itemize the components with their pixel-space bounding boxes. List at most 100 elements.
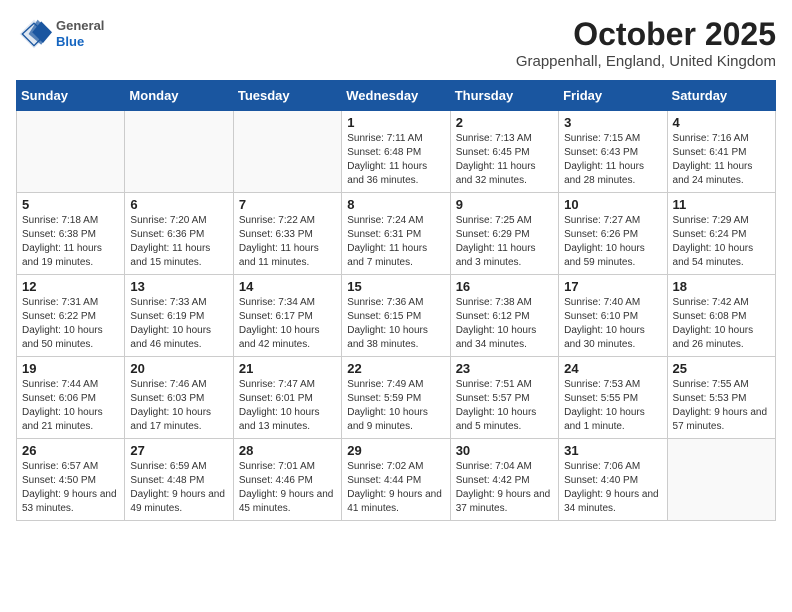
- header-monday: Monday: [125, 81, 233, 111]
- calendar-week-row: 26 Sunrise: 6:57 AM Sunset: 4:50 PM Dayli…: [17, 439, 776, 521]
- calendar-cell: 28 Sunrise: 7:01 AM Sunset: 4:46 PM Dayli…: [233, 439, 341, 521]
- day-number: 29: [347, 443, 444, 458]
- calendar-cell: 26 Sunrise: 6:57 AM Sunset: 4:50 PM Dayli…: [17, 439, 125, 521]
- header-wednesday: Wednesday: [342, 81, 450, 111]
- day-info: Sunrise: 7:27 AM Sunset: 6:26 PM Dayligh…: [564, 214, 661, 270]
- calendar-cell: 21 Sunrise: 7:47 AM Sunset: 6:01 PM Dayli…: [233, 357, 341, 439]
- day-info: Sunrise: 7:04 AM Sunset: 4:42 PM Dayligh…: [456, 460, 553, 516]
- calendar-cell: 5Sunrise: 7:18 AM Sunset: 6:38 PM Daylig…: [17, 193, 125, 275]
- logo: General Blue: [16, 16, 104, 52]
- calendar-cell: 17Sunrise: 7:40 AM Sunset: 6:10 PM Dayli…: [559, 275, 667, 357]
- day-number: 28: [239, 443, 336, 458]
- header-friday: Friday: [559, 81, 667, 111]
- calendar-cell: 27 Sunrise: 6:59 AM Sunset: 4:48 PM Dayli…: [125, 439, 233, 521]
- calendar-cell: 15Sunrise: 7:36 AM Sunset: 6:15 PM Dayli…: [342, 275, 450, 357]
- day-info: Sunrise: 6:57 AM Sunset: 4:50 PM Dayligh…: [22, 460, 119, 516]
- day-number: 10: [564, 197, 661, 212]
- day-info: Sunrise: 7:55 AM Sunset: 5:53 PM Dayligh…: [673, 378, 770, 434]
- day-number: 22: [347, 361, 444, 376]
- calendar-cell: 3 Sunrise: 7:15 AM Sunset: 6:43 PM Daylig…: [559, 111, 667, 193]
- day-number: 8: [347, 197, 444, 212]
- day-number: 20: [130, 361, 227, 376]
- day-info: Sunrise: 6:59 AM Sunset: 4:48 PM Dayligh…: [130, 460, 227, 516]
- day-info: Sunrise: 7:18 AM Sunset: 6:38 PM Dayligh…: [22, 214, 119, 270]
- day-number: 13: [130, 279, 227, 294]
- calendar-cell: [667, 439, 775, 521]
- calendar-cell: 23 Sunrise: 7:51 AM Sunset: 5:57 PM Dayli…: [450, 357, 558, 439]
- calendar-cell: 6 Sunrise: 7:20 AM Sunset: 6:36 PM Daylig…: [125, 193, 233, 275]
- calendar-cell: 29 Sunrise: 7:02 AM Sunset: 4:44 PM Dayli…: [342, 439, 450, 521]
- calendar-subtitle: Grappenhall, England, United Kingdom: [516, 53, 776, 70]
- day-info: Sunrise: 7:44 AM Sunset: 6:06 PM Dayligh…: [22, 378, 119, 434]
- calendar-week-row: 1 Sunrise: 7:11 AM Sunset: 6:48 PM Daylig…: [17, 111, 776, 193]
- day-number: 17: [564, 279, 661, 294]
- day-number: 12: [22, 279, 119, 294]
- day-info: Sunrise: 7:13 AM Sunset: 6:45 PM Dayligh…: [456, 132, 553, 188]
- calendar-cell: 2Sunrise: 7:13 AM Sunset: 6:45 PM Daylig…: [450, 111, 558, 193]
- calendar-cell: 24 Sunrise: 7:53 AM Sunset: 5:55 PM Dayli…: [559, 357, 667, 439]
- day-info: Sunrise: 7:49 AM Sunset: 5:59 PM Dayligh…: [347, 378, 444, 434]
- calendar-cell: 12Sunrise: 7:31 AM Sunset: 6:22 PM Dayli…: [17, 275, 125, 357]
- day-number: 21: [239, 361, 336, 376]
- header-tuesday: Tuesday: [233, 81, 341, 111]
- day-info: Sunrise: 7:15 AM Sunset: 6:43 PM Dayligh…: [564, 132, 661, 188]
- day-info: Sunrise: 7:01 AM Sunset: 4:46 PM Dayligh…: [239, 460, 336, 516]
- calendar-cell: 25 Sunrise: 7:55 AM Sunset: 5:53 PM Dayli…: [667, 357, 775, 439]
- calendar-cell: 14 Sunrise: 7:34 AM Sunset: 6:17 PM Dayli…: [233, 275, 341, 357]
- calendar-cell: 7 Sunrise: 7:22 AM Sunset: 6:33 PM Daylig…: [233, 193, 341, 275]
- day-number: 25: [673, 361, 770, 376]
- day-number: 26: [22, 443, 119, 458]
- day-number: 15: [347, 279, 444, 294]
- calendar-cell: [17, 111, 125, 193]
- day-number: 31: [564, 443, 661, 458]
- day-number: 11: [673, 197, 770, 212]
- calendar-cell: 19 Sunrise: 7:44 AM Sunset: 6:06 PM Dayli…: [17, 357, 125, 439]
- day-info: Sunrise: 7:06 AM Sunset: 4:40 PM Dayligh…: [564, 460, 661, 516]
- calendar-title: October 2025: [516, 16, 776, 53]
- day-number: 24: [564, 361, 661, 376]
- calendar-header-row: SundayMondayTuesdayWednesdayThursdayFrid…: [17, 81, 776, 111]
- day-number: 16: [456, 279, 553, 294]
- calendar-cell: 16 Sunrise: 7:38 AM Sunset: 6:12 PM Dayli…: [450, 275, 558, 357]
- logo-text: General Blue: [56, 18, 104, 49]
- calendar-cell: 13 Sunrise: 7:33 AM Sunset: 6:19 PM Dayli…: [125, 275, 233, 357]
- calendar-cell: 22 Sunrise: 7:49 AM Sunset: 5:59 PM Dayli…: [342, 357, 450, 439]
- day-info: Sunrise: 7:46 AM Sunset: 6:03 PM Dayligh…: [130, 378, 227, 434]
- header-thursday: Thursday: [450, 81, 558, 111]
- calendar-week-row: 19 Sunrise: 7:44 AM Sunset: 6:06 PM Dayli…: [17, 357, 776, 439]
- day-number: 4: [673, 115, 770, 130]
- page-header: General Blue October 2025 Grappenhall, E…: [16, 16, 776, 70]
- calendar-cell: 18Sunrise: 7:42 AM Sunset: 6:08 PM Dayli…: [667, 275, 775, 357]
- calendar-cell: 8Sunrise: 7:24 AM Sunset: 6:31 PM Daylig…: [342, 193, 450, 275]
- day-info: Sunrise: 7:47 AM Sunset: 6:01 PM Dayligh…: [239, 378, 336, 434]
- calendar-cell: [125, 111, 233, 193]
- day-number: 27: [130, 443, 227, 458]
- day-info: Sunrise: 7:34 AM Sunset: 6:17 PM Dayligh…: [239, 296, 336, 352]
- day-info: Sunrise: 7:02 AM Sunset: 4:44 PM Dayligh…: [347, 460, 444, 516]
- day-info: Sunrise: 7:42 AM Sunset: 6:08 PM Dayligh…: [673, 296, 770, 352]
- day-info: Sunrise: 7:11 AM Sunset: 6:48 PM Dayligh…: [347, 132, 444, 188]
- day-number: 1: [347, 115, 444, 130]
- day-number: 3: [564, 115, 661, 130]
- calendar-week-row: 12Sunrise: 7:31 AM Sunset: 6:22 PM Dayli…: [17, 275, 776, 357]
- calendar-cell: 1 Sunrise: 7:11 AM Sunset: 6:48 PM Daylig…: [342, 111, 450, 193]
- day-number: 23: [456, 361, 553, 376]
- day-info: Sunrise: 7:53 AM Sunset: 5:55 PM Dayligh…: [564, 378, 661, 434]
- day-info: Sunrise: 7:38 AM Sunset: 6:12 PM Dayligh…: [456, 296, 553, 352]
- day-info: Sunrise: 7:20 AM Sunset: 6:36 PM Dayligh…: [130, 214, 227, 270]
- calendar-cell: 20 Sunrise: 7:46 AM Sunset: 6:03 PM Dayli…: [125, 357, 233, 439]
- day-info: Sunrise: 7:16 AM Sunset: 6:41 PM Dayligh…: [673, 132, 770, 188]
- calendar-cell: 30 Sunrise: 7:04 AM Sunset: 4:42 PM Dayli…: [450, 439, 558, 521]
- day-number: 19: [22, 361, 119, 376]
- day-number: 7: [239, 197, 336, 212]
- day-number: 30: [456, 443, 553, 458]
- day-info: Sunrise: 7:22 AM Sunset: 6:33 PM Dayligh…: [239, 214, 336, 270]
- calendar-week-row: 5Sunrise: 7:18 AM Sunset: 6:38 PM Daylig…: [17, 193, 776, 275]
- day-number: 6: [130, 197, 227, 212]
- day-info: Sunrise: 7:51 AM Sunset: 5:57 PM Dayligh…: [456, 378, 553, 434]
- day-info: Sunrise: 7:33 AM Sunset: 6:19 PM Dayligh…: [130, 296, 227, 352]
- calendar-cell: 31 Sunrise: 7:06 AM Sunset: 4:40 PM Dayli…: [559, 439, 667, 521]
- day-info: Sunrise: 7:29 AM Sunset: 6:24 PM Dayligh…: [673, 214, 770, 270]
- calendar-cell: 4 Sunrise: 7:16 AM Sunset: 6:41 PM Daylig…: [667, 111, 775, 193]
- day-number: 14: [239, 279, 336, 294]
